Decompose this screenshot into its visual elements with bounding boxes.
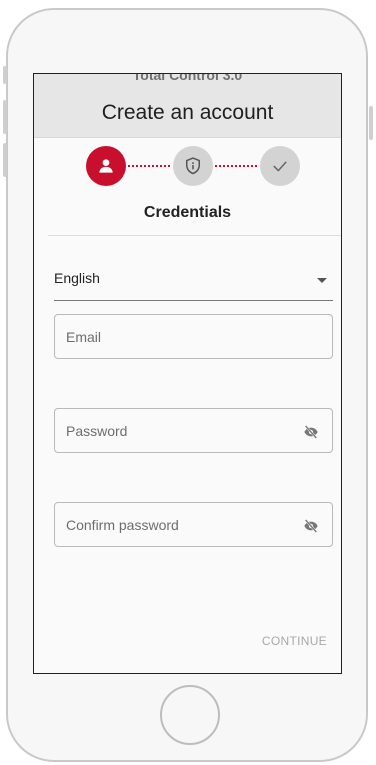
language-select[interactable]: English [54, 264, 333, 301]
step-connector [215, 165, 257, 167]
email-field[interactable] [54, 314, 333, 359]
app-subtitle: Total Control 3.0 [132, 73, 243, 83]
email-input[interactable] [55, 315, 332, 358]
phone-side-button [3, 66, 7, 84]
phone-side-button [3, 143, 7, 177]
page-title: Create an account [101, 101, 274, 124]
confirm-password-input[interactable] [55, 503, 332, 546]
phone-side-button [369, 106, 373, 140]
language-value: English [54, 270, 100, 286]
dropdown-arrow-icon [317, 278, 327, 283]
password-input[interactable] [55, 409, 332, 452]
step-connector [128, 165, 170, 167]
home-button[interactable] [160, 685, 220, 745]
step-credentials [86, 146, 126, 186]
visibility-off-icon[interactable] [303, 424, 319, 440]
step-done [260, 146, 300, 186]
divider [48, 235, 341, 236]
continue-button[interactable]: CONTINUE [262, 634, 327, 648]
phone-side-button [3, 100, 7, 134]
check-icon [273, 161, 287, 172]
step-security [173, 146, 213, 186]
step-label: Credentials [143, 204, 232, 221]
person-icon [99, 159, 113, 173]
app-screen: Total Control 3.0 Create an account Cred… [33, 73, 342, 674]
visibility-off-icon[interactable] [303, 518, 319, 534]
confirm-password-field[interactable] [54, 502, 333, 547]
app-header: Total Control 3.0 Create an account [34, 74, 341, 138]
shield-icon [186, 157, 200, 175]
password-field[interactable] [54, 408, 333, 453]
